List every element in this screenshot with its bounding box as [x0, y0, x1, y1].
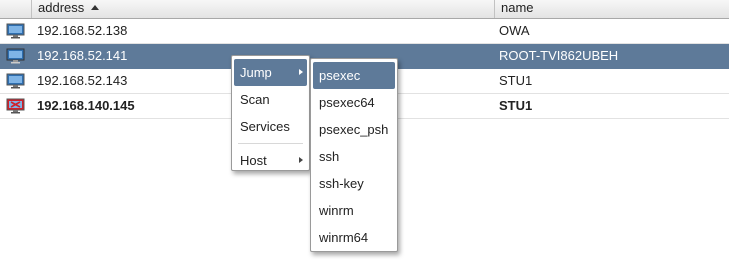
header-name-label: name	[501, 0, 534, 15]
header-address[interactable]: address	[31, 0, 494, 18]
menu-separator	[238, 143, 303, 144]
menu-item-jump[interactable]: Jump	[234, 59, 307, 86]
host-name: STU1	[499, 98, 533, 113]
submenu-arrow-icon	[299, 157, 303, 163]
table-row[interactable]: 192.168.52.138 OWA	[0, 19, 729, 44]
context-menu: Jump Scan Services Host	[231, 55, 310, 171]
jump-submenu: psexec psexec64 psexec_psh ssh ssh-key w…	[310, 58, 398, 252]
host-address: 192.168.52.138	[37, 23, 128, 38]
submenu-item-ssh[interactable]: ssh	[313, 143, 395, 170]
host-name: STU1	[499, 73, 533, 88]
table-header: address name	[0, 0, 729, 19]
host-address: 192.168.140.145	[37, 98, 135, 113]
submenu-item-winrm64[interactable]: winrm64	[313, 224, 395, 251]
host-name: OWA	[499, 23, 530, 38]
submenu-item-psexec64[interactable]: psexec64	[313, 89, 395, 116]
host-address: 192.168.52.143	[37, 73, 128, 88]
windows-host-icon	[6, 19, 26, 43]
sort-ascending-icon	[91, 5, 100, 10]
submenu-item-psexec[interactable]: psexec	[313, 62, 395, 89]
header-address-label: address	[38, 0, 85, 15]
submenu-arrow-icon	[299, 69, 303, 75]
submenu-item-winrm[interactable]: winrm	[313, 197, 395, 224]
header-icon-column[interactable]	[0, 0, 31, 18]
host-name: ROOT-TVI862UBEH	[499, 48, 619, 63]
menu-item-label: Jump	[240, 65, 272, 80]
submenu-item-psexec-psh[interactable]: psexec_psh	[313, 116, 395, 143]
menu-item-services[interactable]: Services	[234, 113, 307, 140]
submenu-item-ssh-key[interactable]: ssh-key	[313, 170, 395, 197]
windows-host-icon	[6, 44, 26, 68]
menu-item-host[interactable]: Host	[234, 147, 307, 174]
windows-host-icon	[6, 69, 26, 93]
menu-item-scan[interactable]: Scan	[234, 86, 307, 113]
host-address: 192.168.52.141	[37, 48, 128, 63]
header-name[interactable]: name	[494, 0, 729, 18]
menu-item-label: Scan	[240, 92, 270, 107]
windows-host-compromised-icon	[6, 94, 26, 118]
menu-item-label: Host	[240, 153, 267, 168]
menu-item-label: Services	[240, 119, 290, 134]
